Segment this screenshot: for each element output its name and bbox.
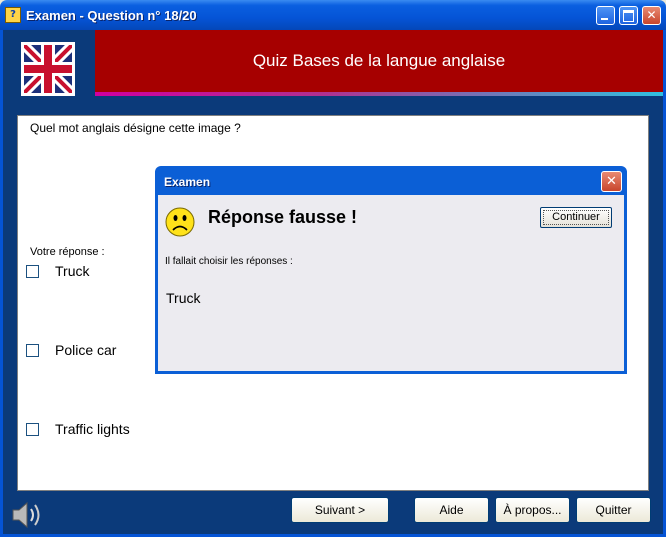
dialog-subtitle: Il fallait choisir les réponses : [165,256,293,267]
app-icon: ? [5,7,21,23]
about-button[interactable]: À propos... [495,497,570,523]
minimize-button[interactable] [596,6,615,25]
maximize-icon [623,10,634,22]
sad-face-icon [165,207,195,240]
checkbox[interactable] [26,344,39,357]
help-button[interactable]: Aide [414,497,489,523]
minimize-icon [601,18,608,20]
continue-button[interactable]: Continuer [540,207,612,228]
option-label: Police car [55,342,117,358]
close-button[interactable]: ✕ [642,6,661,25]
option-label: Traffic lights [55,421,130,437]
window-title: Examen - Question n° 18/20 [26,8,197,23]
maximize-button[interactable] [619,6,638,25]
dialog-title: Examen [164,175,211,189]
title-bar: ? Examen - Question n° 18/20 ✕ [0,0,666,30]
answer-label: Votre réponse : [30,246,105,258]
correct-answer: Truck [166,290,201,306]
dialog-heading: Réponse fausse ! [208,207,358,227]
quit-button[interactable]: Quitter [576,497,651,523]
close-icon: ✕ [646,8,657,22]
speaker-icon[interactable] [10,499,46,531]
quiz-title: Quiz Bases de la langue anglaise [252,51,506,70]
checkbox[interactable] [26,265,39,278]
next-button[interactable]: Suivant > [291,497,389,523]
checkbox[interactable] [26,423,39,436]
question-prompt: Quel mot anglais désigne cette image ? [30,121,241,135]
dialog-close-icon[interactable]: ✕ [601,171,622,192]
option-label: Truck [55,263,90,279]
uk-flag-icon [20,41,76,97]
banner-accent-line [95,92,663,96]
